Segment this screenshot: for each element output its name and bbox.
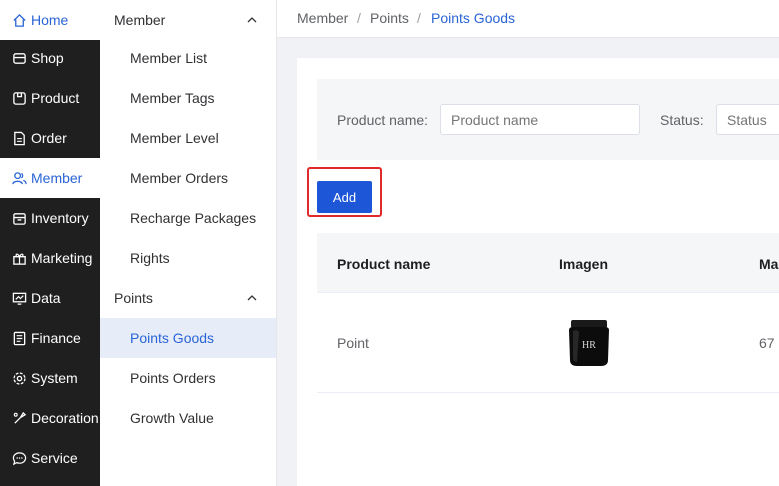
product-name-label: Product name: (337, 112, 429, 128)
nav-label: System (31, 370, 78, 386)
chevron-up-icon (247, 295, 257, 301)
nav-item-home[interactable]: Home (0, 0, 100, 40)
column-header-3: Ma (759, 256, 779, 272)
submenu-item-member-orders[interactable]: Member Orders (100, 158, 276, 198)
nav-label: Shop (31, 50, 64, 66)
chart-icon (12, 291, 27, 306)
submenu-item-label: Recharge Packages (130, 210, 257, 226)
submenu-item-label: Rights (130, 250, 170, 266)
submenu-item-member-tags[interactable]: Member Tags (100, 78, 276, 118)
order-icon (12, 131, 27, 146)
submenu-item-points-orders[interactable]: Points Orders (100, 358, 276, 398)
submenu-item-growth-value[interactable]: Growth Value (100, 398, 276, 438)
status-label: Status: (660, 112, 704, 128)
submenu-group-label: Points (114, 290, 153, 306)
nav-label: Data (31, 290, 61, 306)
home-icon (12, 13, 27, 28)
main-nav: Home Shop Product Order Member Inventory… (0, 0, 100, 486)
decoration-icon (12, 411, 27, 426)
nav-item-data[interactable]: Data (0, 278, 100, 318)
gear-icon (12, 371, 27, 386)
breadcrumb (277, 0, 779, 38)
breadcrumb-item-points[interactable]: Points (370, 10, 409, 26)
nav-label: Member (31, 170, 83, 186)
member-icon (12, 171, 27, 186)
nav-label: Product (31, 90, 80, 106)
nav-item-finance[interactable]: Finance (0, 318, 100, 358)
submenu-item-label: Points Goods (130, 330, 215, 346)
submenu-item-member-list[interactable]: Member List (100, 38, 276, 78)
chat-icon (12, 451, 27, 466)
table-row (317, 293, 779, 393)
submenu-item-points-goods[interactable]: Points Goods (100, 318, 276, 358)
nav-label: Marketing (31, 250, 93, 266)
breadcrumb-separator: / (357, 10, 361, 26)
submenu-item-label: Points Orders (130, 370, 216, 386)
nav-label: Service (31, 450, 78, 466)
product-name-input[interactable] (440, 104, 640, 135)
nav-label: Home (31, 12, 69, 28)
breadcrumb-separator: / (417, 10, 421, 26)
submenu-group-label: Member (114, 12, 166, 28)
submenu-item-label: Member Tags (130, 90, 215, 106)
breadcrumb-item-points-goods: Points Goods (431, 10, 516, 26)
submenu-item-label: Growth Value (130, 410, 214, 426)
product-icon (12, 91, 27, 106)
nav-label: Inventory (31, 210, 89, 226)
submenu-item-label: Member Level (130, 130, 219, 146)
sub-menu: Member Member List Member Tags Member Le… (100, 0, 277, 486)
submenu-item-label: Member Orders (130, 170, 229, 186)
submenu-group-points[interactable]: Points (100, 278, 276, 318)
chevron-up-icon (247, 17, 257, 23)
breadcrumb-item-member[interactable]: Member (297, 10, 348, 26)
inventory-icon (12, 211, 27, 226)
submenu-item-recharge-packages[interactable]: Recharge Packages (100, 198, 276, 238)
cell-product-name: Point (337, 335, 369, 351)
nav-item-shop[interactable]: Shop (0, 38, 100, 78)
finance-icon (12, 331, 27, 346)
column-header-image: Imagen (559, 256, 609, 272)
cell-column-3: 67 (759, 335, 775, 351)
nav-item-service[interactable]: Service (0, 438, 100, 478)
nav-item-marketing[interactable]: Marketing (0, 238, 100, 278)
product-thumbnail: HR (569, 320, 609, 366)
nav-item-inventory[interactable]: Inventory (0, 198, 100, 238)
submenu-item-member-level[interactable]: Member Level (100, 118, 276, 158)
nav-item-system[interactable]: System (0, 358, 100, 398)
nav-label: Decoration (31, 410, 99, 426)
submenu-group-member[interactable]: Member (100, 0, 276, 40)
product-thumbnail-text: HR (582, 340, 596, 351)
nav-item-decoration[interactable]: Decoration (0, 398, 100, 438)
submenu-item-rights[interactable]: Rights (100, 238, 276, 278)
add-button[interactable]: Add (317, 181, 372, 213)
nav-label: Finance (31, 330, 81, 346)
status-select[interactable] (716, 104, 779, 135)
column-header-product-name: Product name (337, 256, 431, 272)
nav-item-order[interactable]: Order (0, 118, 100, 158)
nav-item-product[interactable]: Product (0, 78, 100, 118)
nav-label: Order (31, 130, 67, 146)
shop-icon (12, 51, 27, 66)
nav-item-member[interactable]: Member (0, 158, 100, 198)
gift-icon (12, 251, 27, 266)
submenu-item-label: Member List (130, 50, 208, 66)
